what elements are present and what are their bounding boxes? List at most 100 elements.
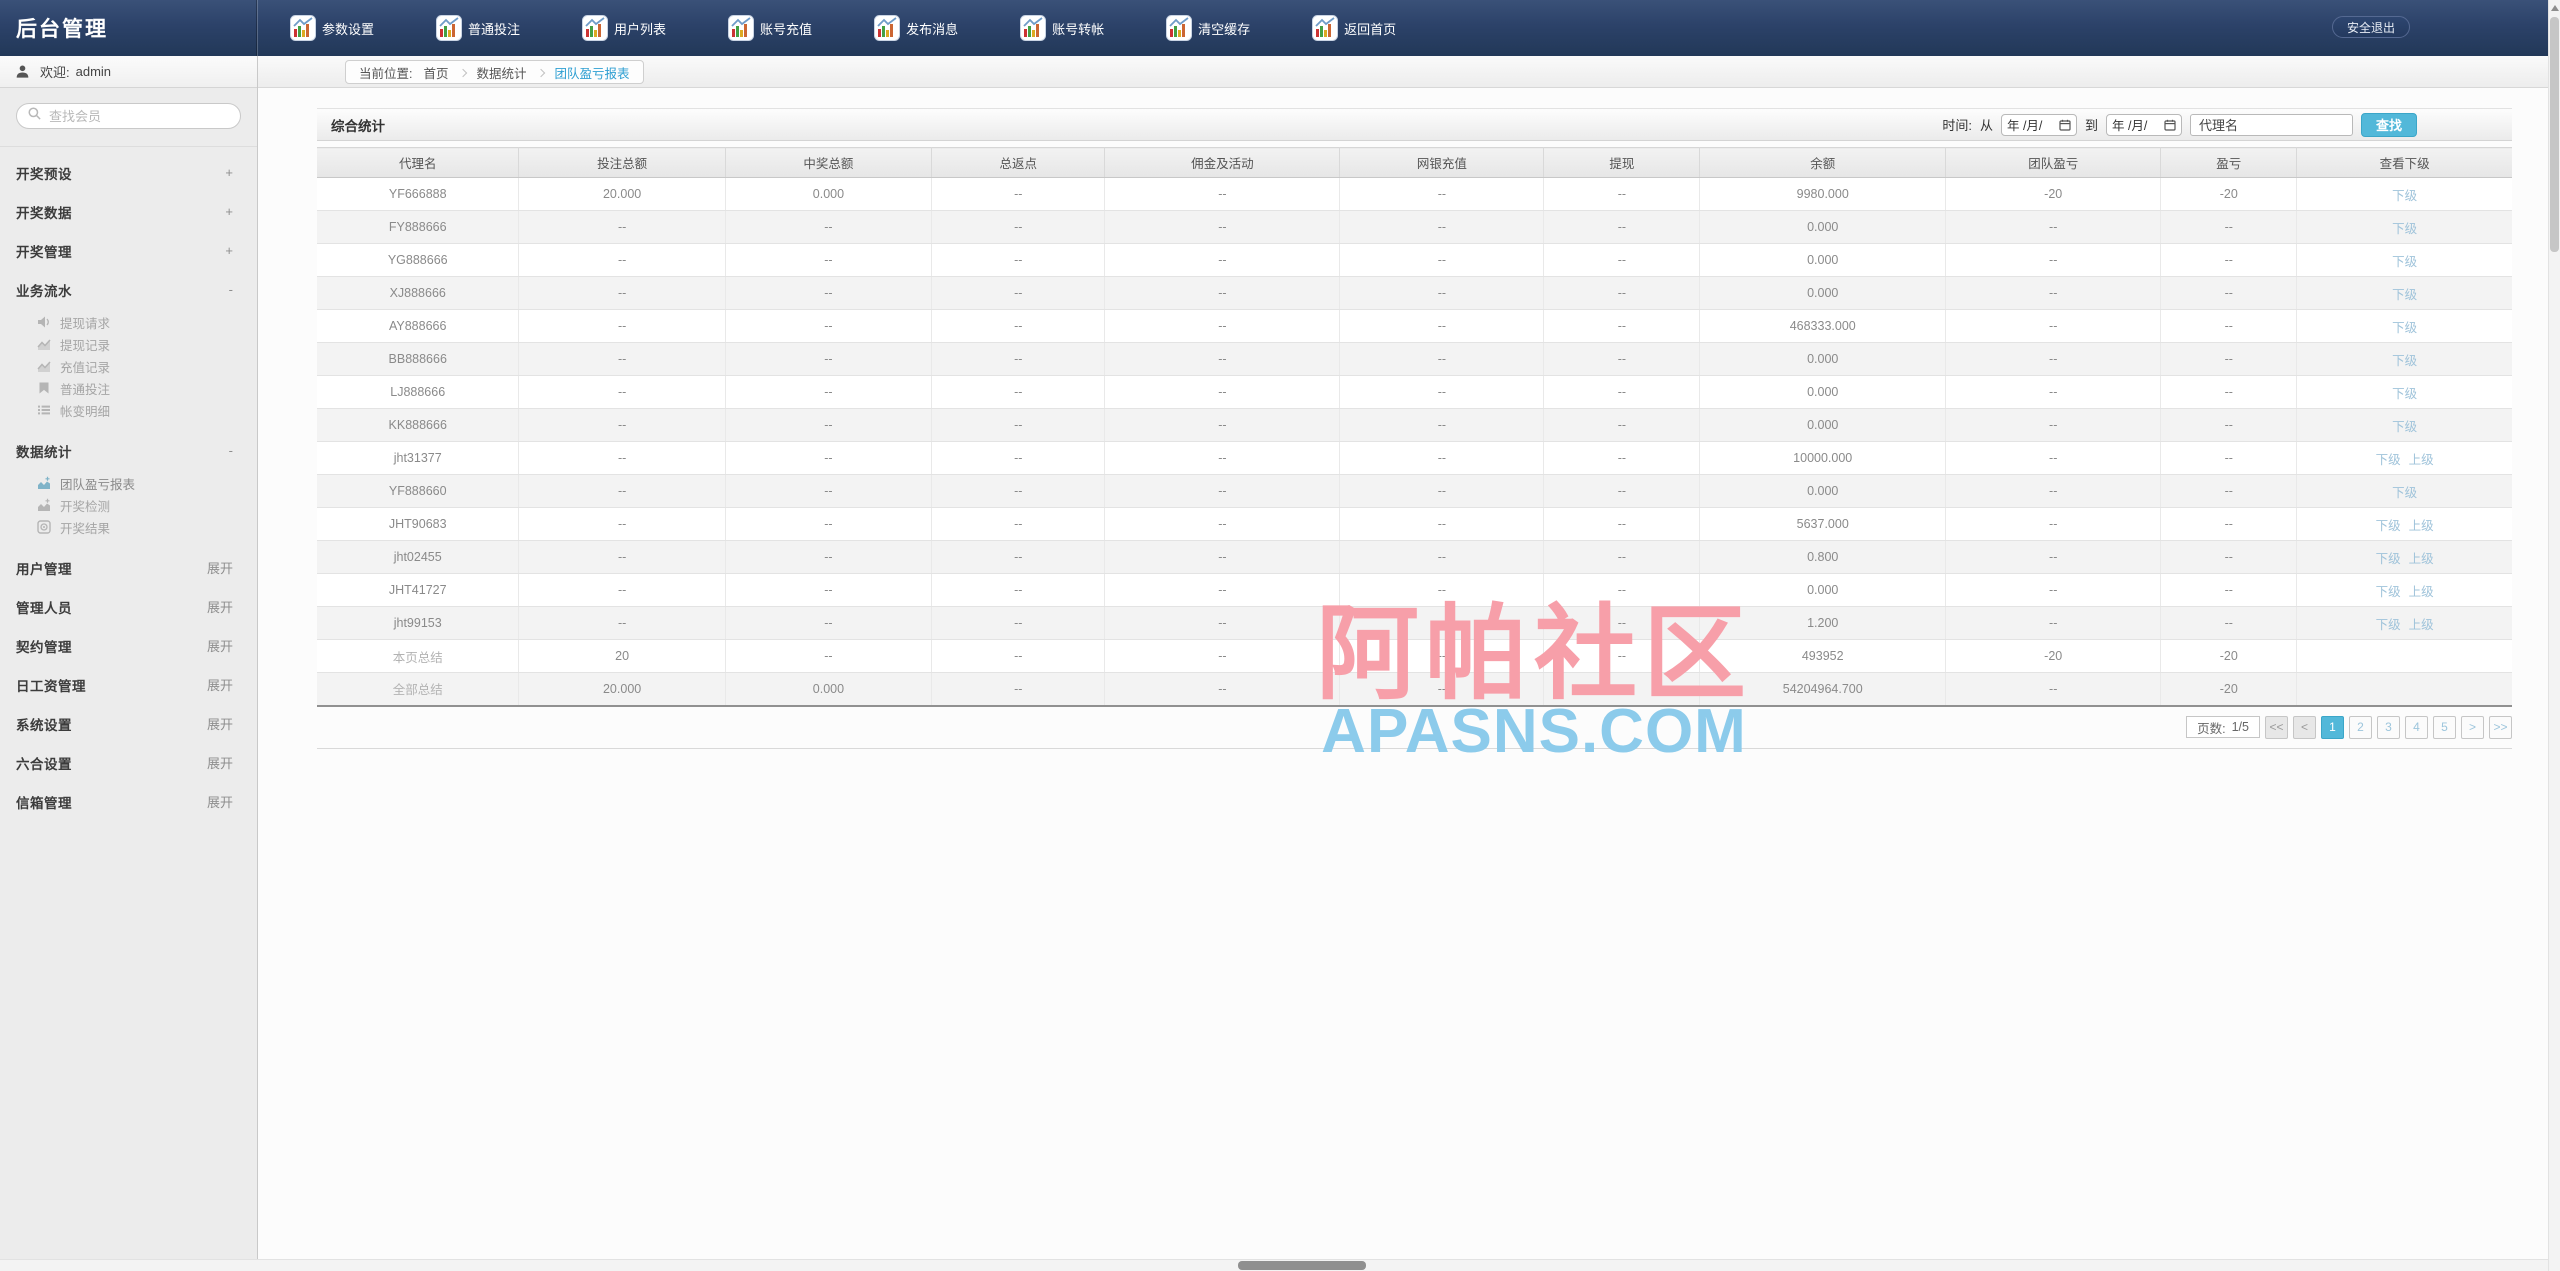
cell-value: --	[519, 574, 725, 607]
sidebar-section-日工资管理[interactable]: 日工资管理展开	[0, 665, 257, 704]
horizontal-scroll-thumb[interactable]	[1238, 1261, 1366, 1270]
agent-name: jht31377	[317, 442, 519, 475]
header-menu-item[interactable]: 账号转帐	[1020, 15, 1104, 41]
sidebar-section-数据统计[interactable]: 数据统计-	[0, 431, 257, 470]
page-button->[interactable]: >	[2461, 716, 2484, 739]
sidebar-section-六合设置[interactable]: 六合设置展开	[0, 743, 257, 782]
sidebar-section-信箱管理[interactable]: 信箱管理展开	[0, 782, 257, 821]
sidebar-section-toggle: 展开	[207, 792, 233, 811]
view-links-cell: 下级	[2297, 277, 2512, 310]
date-from-input[interactable]: 年 /月/	[2001, 114, 2077, 136]
header-menu-item[interactable]: 清空缓存	[1166, 15, 1250, 41]
view-lower-link[interactable]: 下级	[2392, 420, 2417, 434]
user-icon	[15, 64, 30, 79]
view-links-cell: 下级上级	[2297, 508, 2512, 541]
breadcrumb-item-1[interactable]: 首页	[423, 63, 448, 82]
breadcrumb-item-3[interactable]: 团队盈亏报表	[555, 63, 630, 82]
sidebar-item-提现请求[interactable]: 提现请求	[0, 311, 257, 333]
breadcrumb-prefix: 当前位置:	[359, 63, 412, 82]
view-lower-link[interactable]: 下级	[2392, 387, 2417, 401]
header-menu-item[interactable]: 发布消息	[874, 15, 958, 41]
header-menu: 参数设置 普通投注 用户列表 账号充值 发布消息 账号转帐 清空缓存 返回首页	[290, 0, 1396, 56]
sidebar-item-帐变明细[interactable]: 帐变明细	[0, 399, 257, 421]
scroll-up-icon[interactable]	[2551, 5, 2559, 11]
sidebar-section-系统设置[interactable]: 系统设置展开	[0, 704, 257, 743]
view-lower-link[interactable]: 下级	[2376, 519, 2401, 533]
cell-value: --	[1544, 574, 1700, 607]
view-lower-link[interactable]: 下级	[2392, 354, 2417, 368]
header-menu-item[interactable]: 参数设置	[290, 15, 374, 41]
cell-value: 468333.000	[1700, 310, 1946, 343]
header-menu-item[interactable]: 返回首页	[1312, 15, 1396, 41]
page-button-<[interactable]: <	[2293, 716, 2316, 739]
agent-name: KK888666	[317, 409, 519, 442]
sidebar-section-开奖管理[interactable]: 开奖管理+	[0, 231, 257, 270]
view-lower-link[interactable]: 下级	[2376, 585, 2401, 599]
sidebar-section-业务流水[interactable]: 业务流水-	[0, 270, 257, 309]
view-lower-link[interactable]: 下级	[2376, 618, 2401, 632]
cell-value: --	[1340, 442, 1544, 475]
view-links-cell: 下级上级	[2297, 442, 2512, 475]
cell-value: --	[1544, 607, 1700, 640]
breadcrumb-item-2[interactable]: 数据统计	[477, 63, 527, 82]
page-button-3[interactable]: 3	[2377, 716, 2400, 739]
logout-button[interactable]: 安全退出	[2332, 16, 2410, 38]
view-lower-link[interactable]: 下级	[2392, 321, 2417, 335]
chart-icon	[290, 15, 316, 41]
view-lower-link[interactable]: 下级	[2392, 486, 2417, 500]
member-search-box[interactable]	[16, 103, 241, 129]
column-header: 网银充值	[1340, 148, 1544, 178]
sidebar-item-普通投注[interactable]: 普通投注	[0, 377, 257, 399]
agent-name: BB888666	[317, 343, 519, 376]
sidebar-item-提现记录[interactable]: 提现记录	[0, 333, 257, 355]
sidebar-section-label: 六合设置	[16, 753, 72, 773]
column-header: 查看下级	[2297, 148, 2512, 178]
time-label: 时间:	[1942, 115, 1972, 134]
view-lower-link[interactable]: 下级	[2376, 453, 2401, 467]
header-menu-item[interactable]: 账号充值	[728, 15, 812, 41]
cell-value: --	[519, 376, 725, 409]
vertical-scroll-thumb[interactable]	[2550, 17, 2559, 252]
member-search-input[interactable]	[49, 109, 230, 124]
page-button-5[interactable]: 5	[2433, 716, 2456, 739]
cell-value: --	[519, 442, 725, 475]
cell-value: --	[932, 574, 1105, 607]
view-upper-link[interactable]: 上级	[2409, 585, 2434, 599]
sidebar-section-管理人员[interactable]: 管理人员展开	[0, 587, 257, 626]
sidebar-section-用户管理[interactable]: 用户管理展开	[0, 548, 257, 587]
sidebar-item-开奖结果[interactable]: 开奖结果	[0, 516, 257, 538]
agent-name-input[interactable]	[2190, 114, 2353, 136]
cell-value: --	[1544, 178, 1700, 211]
view-upper-link[interactable]: 上级	[2409, 519, 2434, 533]
view-lower-link[interactable]: 下级	[2392, 288, 2417, 302]
header-menu-item[interactable]: 普通投注	[436, 15, 520, 41]
search-button[interactable]: 查找	[2361, 113, 2417, 137]
page-button->>[interactable]: >>	[2489, 716, 2512, 739]
cell-value: --	[1544, 211, 1700, 244]
sidebar-section-开奖数据[interactable]: 开奖数据+	[0, 192, 257, 231]
header-menu-item[interactable]: 用户列表	[582, 15, 666, 41]
cell-value: --	[1946, 277, 2161, 310]
page-button-<<[interactable]: <<	[2265, 716, 2288, 739]
sidebar-section-契约管理[interactable]: 契约管理展开	[0, 626, 257, 665]
sidebar-section-开奖预设[interactable]: 开奖预设+	[0, 153, 257, 192]
view-lower-link[interactable]: 下级	[2376, 552, 2401, 566]
view-lower-link[interactable]: 下级	[2392, 189, 2417, 203]
cell-value: --	[1340, 574, 1544, 607]
page-button-4[interactable]: 4	[2405, 716, 2428, 739]
sidebar-item-团队盈亏报表[interactable]: 团队盈亏报表	[0, 472, 257, 494]
sidebar-item-充值记录[interactable]: 充值记录	[0, 355, 257, 377]
view-upper-link[interactable]: 上级	[2409, 453, 2434, 467]
cell-value: 0.000	[725, 673, 931, 706]
view-upper-link[interactable]: 上级	[2409, 552, 2434, 566]
cell-value: --	[1105, 541, 1340, 574]
page-button-2[interactable]: 2	[2349, 716, 2372, 739]
page-button-1[interactable]: 1	[2321, 716, 2344, 739]
view-links-cell: 下级上级	[2297, 607, 2512, 640]
date-to-input[interactable]: 年 /月/	[2106, 114, 2182, 136]
sidebar-item-开奖检测[interactable]: 开奖检测	[0, 494, 257, 516]
cell-value: -20	[2161, 673, 2297, 706]
view-lower-link[interactable]: 下级	[2392, 255, 2417, 269]
view-upper-link[interactable]: 上级	[2409, 618, 2434, 632]
view-lower-link[interactable]: 下级	[2392, 222, 2417, 236]
